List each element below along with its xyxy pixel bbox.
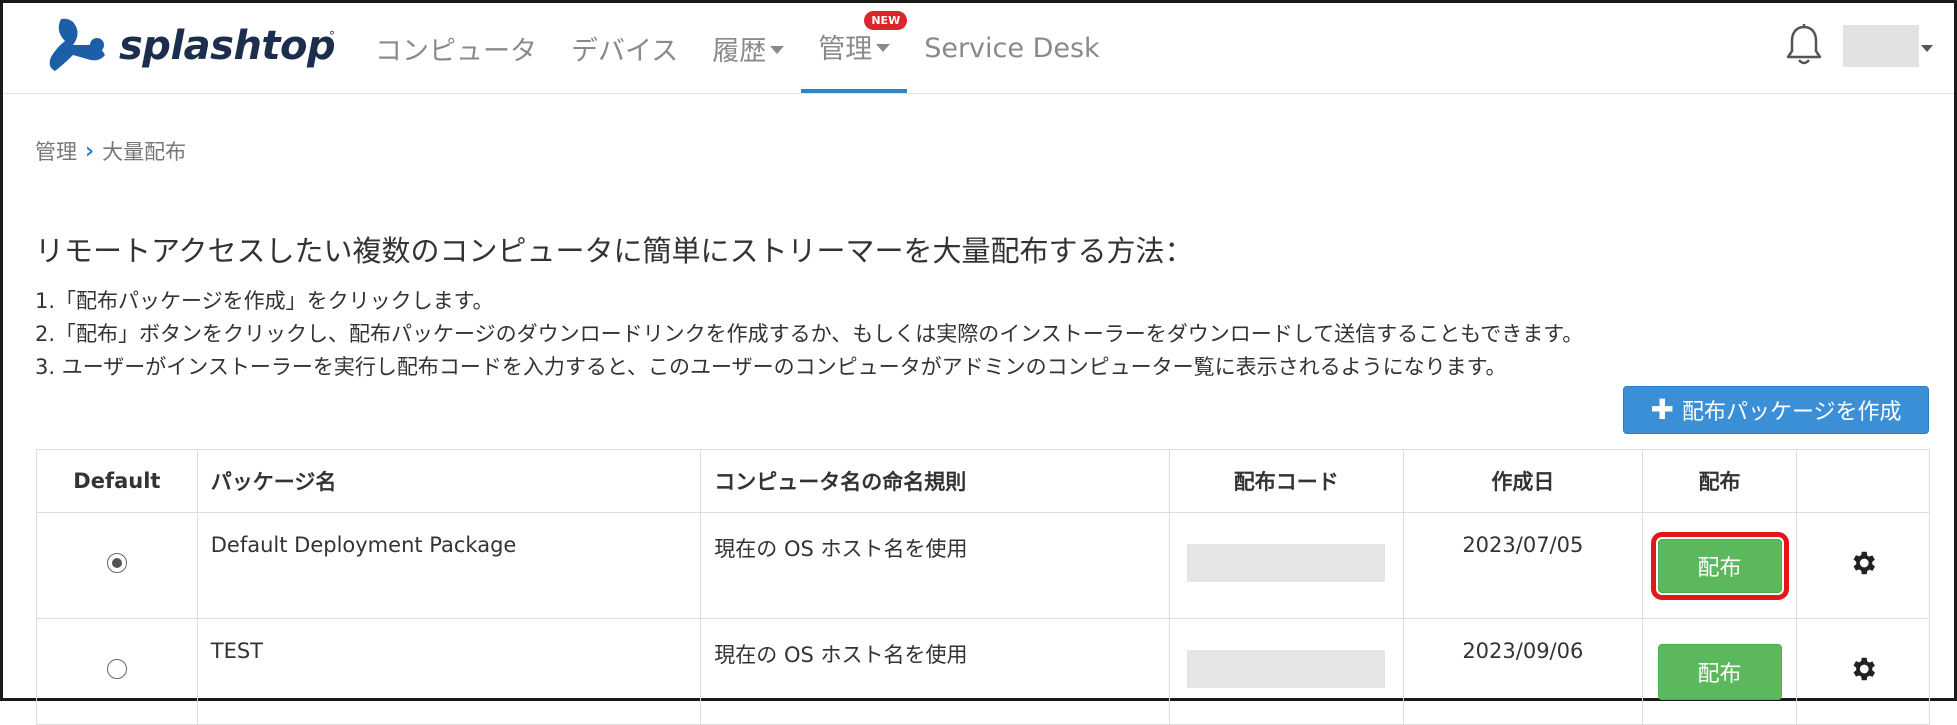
user-avatar[interactable] (1843, 25, 1919, 67)
default-radio[interactable] (106, 659, 127, 679)
step-2: 2.「配布」ボタンをクリックし、配布パッケージのダウンロードリンクを作成するか、… (35, 322, 1584, 346)
package-table: Default パッケージ名 コンピュータ名の命名規則 配布コード 作成日 配布… (36, 449, 1930, 725)
col-default[interactable]: Default (36, 449, 198, 513)
gear-icon[interactable] (1848, 654, 1878, 684)
settings-cell (1796, 618, 1930, 725)
create-package-button[interactable]: ✚ 配布パッケージを作成 (1623, 386, 1929, 434)
default-cell (36, 512, 198, 619)
naming-rule: 現在の OS ホスト名を使用 (700, 618, 1170, 725)
chevron-down-icon (876, 44, 891, 52)
created-date: 2023/09/06 (1402, 618, 1644, 725)
gear-icon[interactable] (1848, 548, 1878, 578)
brand-name: splashtop (119, 23, 336, 69)
plus-icon: ✚ (1650, 393, 1674, 426)
breadcrumb-current: 大量配布 (102, 140, 187, 164)
col-naming-rule[interactable]: コンピュータ名の命名規則 (700, 449, 1170, 513)
distribute-button[interactable]: 配布 (1650, 531, 1789, 600)
step-3: 3. ユーザーがインストーラーを実行し配布コードを入力すると、このユーザーのコン… (35, 355, 1507, 379)
package-name: TEST (196, 618, 702, 725)
nav-management[interactable]: 管理 NEW (801, 3, 908, 93)
new-badge: NEW (864, 11, 908, 30)
brand-mark: ° (329, 29, 335, 43)
nav-devices-label: デバイス (571, 35, 679, 67)
naming-rule: 現在の OS ホスト名を使用 (700, 512, 1170, 619)
chevron-down-icon (770, 46, 785, 54)
table-header-row: Default パッケージ名 コンピュータ名の命名規則 配布コード 作成日 配布 (36, 449, 1930, 513)
nav-devices[interactable]: デバイス (554, 3, 695, 93)
splashtop-logo-mark (49, 18, 105, 71)
nav-history[interactable]: 履歴 (695, 3, 801, 93)
col-deploy-code[interactable]: 配布コード (1168, 449, 1404, 513)
app-frame: splashtop ° コンピュータ デバイス 履歴 管理 NEW Servic… (0, 0, 1957, 725)
deploy-code-cell (1168, 512, 1404, 619)
bell-icon[interactable] (1783, 23, 1825, 69)
page-heading: リモートアクセスしたい複数のコンピュータに簡単にストリーマーを大量配布する方法： (35, 234, 1194, 268)
nav-computers-label: コンピュータ (375, 35, 537, 67)
col-distribute: 配布 (1641, 449, 1798, 513)
distribute-cell: 配布 (1641, 512, 1798, 619)
deploy-code-redacted (1187, 650, 1386, 688)
nav-service-desk-label: Service Desk (924, 32, 1100, 64)
default-radio[interactable] (106, 553, 127, 573)
create-package-label: 配布パッケージを作成 (1681, 400, 1902, 425)
default-cell (36, 618, 198, 725)
table-row: Default Deployment Package 現在の OS ホスト名を使… (36, 512, 1930, 619)
chevron-right-icon: › (85, 138, 95, 164)
package-name: Default Deployment Package (196, 512, 702, 619)
nav-service-desk[interactable]: Service Desk (907, 3, 1116, 93)
step-1: 1.「配布パッケージを作成」をクリックします。 (35, 289, 494, 313)
top-navbar: splashtop ° コンピュータ デバイス 履歴 管理 NEW Servic… (3, 3, 1954, 94)
instruction-steps: 1.「配布パッケージを作成」をクリックします。 2.「配布」ボタンをクリックし、… (35, 285, 1583, 384)
nav-history-label: 履歴 (712, 35, 767, 67)
table-row: TEST 現在の OS ホスト名を使用 2023/09/06 配布 (36, 618, 1930, 725)
col-package-name[interactable]: パッケージ名 (196, 449, 702, 513)
deploy-code-cell (1168, 618, 1404, 725)
created-date: 2023/07/05 (1402, 512, 1644, 619)
deploy-code-redacted (1187, 544, 1386, 582)
breadcrumb-parent[interactable]: 管理 (35, 136, 77, 166)
col-settings (1796, 449, 1930, 513)
chevron-down-icon[interactable] (1921, 45, 1933, 52)
nav-computers[interactable]: コンピュータ (358, 3, 554, 93)
distribute-button[interactable]: 配布 (1657, 643, 1782, 700)
col-created-date[interactable]: 作成日 (1402, 449, 1644, 513)
distribute-cell: 配布 (1641, 618, 1798, 725)
breadcrumb: 管理 › 大量配布 (35, 136, 186, 166)
settings-cell (1796, 512, 1930, 619)
main-nav: コンピュータ デバイス 履歴 管理 NEW Service Desk (358, 3, 1117, 93)
nav-management-label: 管理 (818, 33, 873, 65)
splashtop-logo[interactable]: splashtop ° (47, 15, 347, 79)
